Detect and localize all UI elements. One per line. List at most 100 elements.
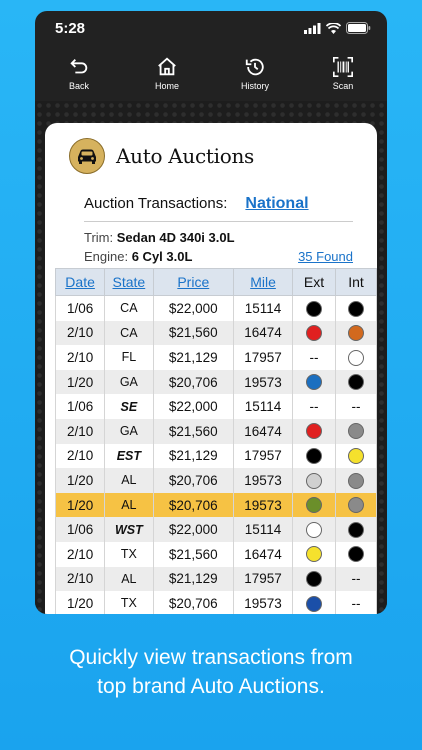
mile-cell: 17957: [233, 566, 294, 592]
state-cell: TX: [104, 591, 154, 614]
table-row[interactable]: 1/06 CA $22,000 15114: [54, 295, 377, 321]
ext-column-header: Ext: [292, 268, 337, 296]
int-color-cell: --: [335, 566, 377, 592]
price-cell: $22,000: [152, 295, 235, 321]
table-row[interactable]: 2/10 CA $21,560 16474: [54, 320, 377, 346]
table-row[interactable]: 2/10 FL $21,129 17957 --: [54, 345, 377, 370]
date-cell: 2/10: [54, 541, 106, 567]
int-color-swatch: [348, 325, 365, 342]
ext-color-cell: [292, 492, 337, 518]
price-cell: $21,129: [152, 345, 235, 370]
state-cell: GA: [104, 418, 154, 444]
wifi-icon: [326, 22, 341, 34]
table-row[interactable]: 1/06 SE $22,000 15114 -- --: [54, 394, 377, 419]
mile-cell: 16474: [233, 418, 294, 444]
int-color-swatch: [348, 546, 365, 563]
mile-cell: 19573: [233, 492, 294, 518]
ext-color-swatch: [306, 300, 323, 317]
status-bar: 5:28: [35, 11, 387, 45]
battery-icon: [346, 22, 371, 34]
table-row[interactable]: 2/10 AL $21,129 17957 --: [54, 566, 377, 592]
vehicle-details: Trim: Sedan 4D 340i 3.0L Engine: 6 Cyl 3…: [84, 228, 353, 266]
table-row[interactable]: 2/10 EST $21,129 17957: [54, 443, 377, 469]
nav-back-button[interactable]: Back: [44, 56, 114, 91]
card-header: Auto Auctions: [45, 123, 377, 174]
ext-color-cell: [292, 418, 337, 444]
ext-color-cell: --: [292, 345, 337, 370]
int-column-header: Int: [335, 268, 377, 296]
results-found-link[interactable]: 35 Found: [298, 247, 353, 266]
int-color-cell: [335, 345, 377, 370]
table-row[interactable]: 1/06 WST $22,000 15114: [54, 517, 377, 542]
table-row[interactable]: 1/20 AL $20,706 19573: [54, 492, 377, 518]
state-cell: GA: [104, 369, 154, 395]
engine-row: Engine: 6 Cyl 3.0L 35 Found: [84, 247, 353, 266]
trim-row: Trim: Sedan 4D 340i 3.0L: [84, 228, 353, 247]
mile-column-header[interactable]: Mile: [233, 268, 294, 296]
auction-card: Auto Auctions Auction Transactions: Nati…: [45, 123, 377, 614]
auction-scope-link[interactable]: National: [245, 195, 308, 213]
mile-cell: 17957: [233, 345, 294, 370]
mile-cell: 15114: [233, 295, 294, 321]
ext-color-swatch: [306, 595, 323, 612]
nav-scan-button[interactable]: Scan: [308, 56, 378, 91]
state-cell: TX: [104, 541, 154, 567]
int-color-cell: [335, 418, 377, 444]
state-cell: CA: [104, 320, 154, 346]
ext-color-swatch: [306, 423, 323, 440]
ext-color-cell: [292, 566, 337, 592]
date-cell: 1/20: [54, 468, 106, 493]
date-cell: 2/10: [54, 566, 106, 592]
signal-icon: [304, 22, 321, 34]
mile-cell: 15114: [233, 394, 294, 419]
status-time: 5:28: [55, 19, 86, 37]
table-header-row: Date State Price Mile Ext Int: [54, 268, 377, 296]
date-cell: 2/10: [54, 443, 106, 469]
phone-frame: 5:28 Back Home History Scan Auto Auction…: [35, 11, 387, 614]
no-color-dash: --: [351, 595, 361, 611]
state-cell: AL: [104, 566, 154, 592]
table-row[interactable]: 2/10 TX $21,560 16474: [54, 541, 377, 567]
trim-value: Sedan 4D 340i 3.0L: [116, 230, 235, 245]
date-cell: 1/20: [54, 591, 106, 614]
int-color-swatch: [348, 472, 365, 489]
price-cell: $21,129: [152, 443, 235, 469]
date-cell: 1/06: [54, 295, 106, 321]
nav-scan-label: Scan: [332, 80, 354, 91]
price-cell: $22,000: [152, 394, 235, 419]
price-cell: $21,560: [152, 320, 235, 346]
price-cell: $21,560: [152, 541, 235, 567]
trim-label: Trim:: [84, 230, 114, 245]
table-row[interactable]: 1/20 AL $20,706 19573: [54, 468, 377, 493]
int-color-swatch: [348, 423, 365, 440]
state-cell: SE: [104, 394, 154, 419]
int-color-swatch: [348, 448, 365, 465]
int-color-cell: [335, 541, 377, 567]
table-row[interactable]: 2/10 GA $21,560 16474: [54, 418, 377, 444]
ext-color-swatch: [306, 472, 323, 489]
int-color-cell: [335, 369, 377, 395]
status-icons: [304, 22, 371, 34]
price-column-header[interactable]: Price: [152, 268, 235, 296]
ext-color-cell: [292, 369, 337, 395]
int-color-swatch: [348, 300, 365, 317]
nav-home-button[interactable]: Home: [132, 56, 202, 91]
state-column-header[interactable]: State: [104, 268, 154, 296]
price-cell: $20,706: [152, 468, 235, 493]
ext-color-swatch: [306, 374, 323, 391]
int-color-cell: [335, 517, 377, 542]
date-column-header[interactable]: Date: [54, 268, 106, 296]
state-cell: EST: [104, 443, 154, 469]
price-cell: $21,560: [152, 418, 235, 444]
int-color-swatch: [348, 349, 365, 366]
price-cell: $22,000: [152, 517, 235, 542]
history-icon: [245, 58, 264, 75]
home-icon: [158, 57, 176, 75]
nav-history-button[interactable]: History: [220, 56, 290, 91]
ext-color-cell: [292, 517, 337, 542]
table-row[interactable]: 1/20 TX $20,706 19573 --: [54, 591, 377, 614]
nav-home-label: Home: [154, 80, 179, 91]
table-row[interactable]: 1/20 GA $20,706 19573: [54, 369, 377, 395]
int-color-swatch: [348, 497, 365, 514]
state-cell: AL: [104, 468, 154, 493]
